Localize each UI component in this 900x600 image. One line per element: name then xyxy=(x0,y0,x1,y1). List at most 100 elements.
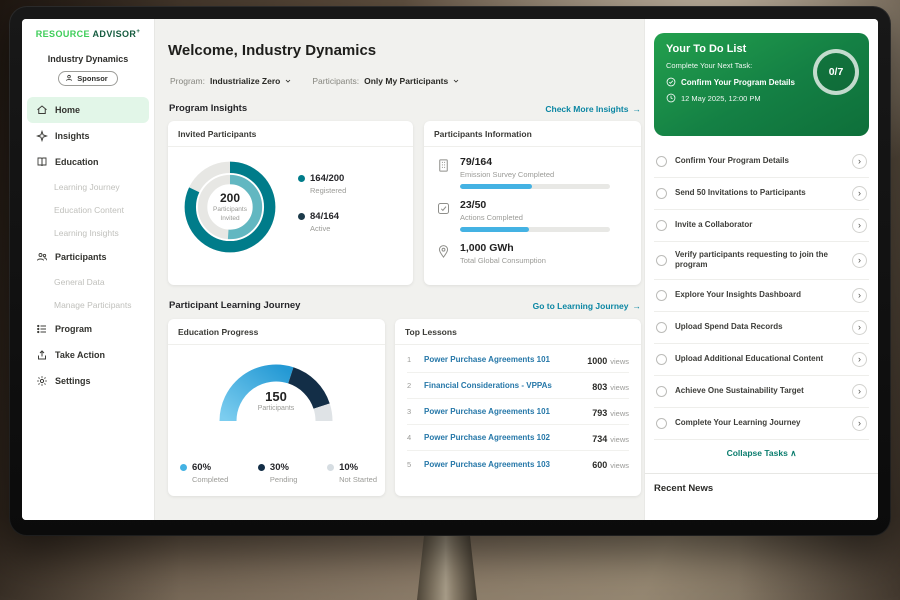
checkbox-icon[interactable] xyxy=(656,354,667,365)
checkbox-icon[interactable] xyxy=(656,418,667,429)
home-icon xyxy=(36,104,48,116)
sidebar-item-manage-participants[interactable]: Manage Participants xyxy=(27,293,149,316)
task-row-complete-learning-journey[interactable]: Complete Your Learning Journey › xyxy=(654,408,869,440)
sidebar-item-program[interactable]: Program xyxy=(27,316,149,342)
sidebar-item-learning-insights[interactable]: Learning Insights xyxy=(27,221,149,244)
checkbox-icon[interactable] xyxy=(656,220,667,231)
program-insights-header: Program Insights Check More Insights → xyxy=(169,103,641,114)
sidebar-item-label: General Data xyxy=(54,277,105,287)
sidebar-item-label: Learning Journey xyxy=(54,182,120,192)
sidebar-item-home[interactable]: Home xyxy=(27,97,149,123)
task-row-upload-spend-data[interactable]: Upload Spend Data Records › xyxy=(654,312,869,344)
collapse-label: Collapse Tasks xyxy=(727,448,788,458)
participants-filter: Participants: Only My Participants xyxy=(312,76,460,86)
stat-global-consumption: 1,000 GWh Total Global Consumption xyxy=(436,242,629,265)
recent-news-title: Recent News xyxy=(654,483,869,494)
sidebar-item-insights[interactable]: Insights xyxy=(27,123,149,149)
link-label: Check More Insights xyxy=(545,104,628,114)
app-logo: RESOURCE ADVISOR+ xyxy=(22,29,154,39)
views-unit: views xyxy=(610,461,629,470)
task-label: Upload Additional Educational Content xyxy=(675,354,844,364)
stat-label: Emission Survey Completed xyxy=(460,170,610,179)
sidebar-item-participants[interactable]: Participants xyxy=(27,244,149,270)
task-row-invite-collaborator[interactable]: Invite a Collaborator › xyxy=(654,210,869,242)
sidebar-item-take-action[interactable]: Take Action xyxy=(27,342,149,368)
lesson-link[interactable]: Financial Considerations - VPPAs xyxy=(424,381,584,390)
chevron-right-icon[interactable]: › xyxy=(852,288,867,303)
sidebar-item-label: Home xyxy=(55,105,80,115)
legend-value: 60% xyxy=(192,462,211,473)
invited-label-2: Invited xyxy=(220,215,239,223)
chevron-glyph: › xyxy=(858,189,861,198)
task-row-achieve-target[interactable]: Achieve One Sustainability Target › xyxy=(654,376,869,408)
sidebar-item-settings[interactable]: Settings xyxy=(27,368,149,394)
arrow-right-icon: → xyxy=(633,301,642,311)
chevron-right-icon[interactable]: › xyxy=(852,154,867,169)
chevron-glyph: › xyxy=(858,256,861,265)
chevron-right-icon[interactable]: › xyxy=(852,352,867,367)
sidebar-item-label: Insights xyxy=(55,131,90,141)
checkbox-icon[interactable] xyxy=(656,290,667,301)
legend-value: 10% xyxy=(339,462,358,473)
views-unit: views xyxy=(610,409,629,418)
sidebar-item-education-content[interactable]: Education Content xyxy=(27,198,149,221)
learning-journey-header: Participant Learning Journey Go to Learn… xyxy=(169,300,641,311)
sidebar-item-learning-journey[interactable]: Learning Journey xyxy=(27,175,149,198)
lesson-link[interactable]: Power Purchase Agreements 101 xyxy=(424,355,579,364)
checkbox-icon[interactable] xyxy=(656,255,667,266)
legend-label: Pending xyxy=(270,475,298,484)
sidebar-item-education[interactable]: Education xyxy=(27,149,149,175)
legend-value: 30% xyxy=(270,462,289,473)
program-filter-select[interactable]: Industrialize Zero xyxy=(210,76,292,86)
task-label: Achieve One Sustainability Target xyxy=(675,386,844,396)
invited-legend: 164/200 Registered 84/164 Active xyxy=(298,173,346,233)
checklist-icon xyxy=(436,201,451,216)
stat-value: 79/164 xyxy=(460,156,610,168)
checkbox-icon[interactable] xyxy=(656,322,667,333)
chevron-right-icon[interactable]: › xyxy=(852,186,867,201)
chevron-right-icon[interactable]: › xyxy=(852,320,867,335)
lesson-link[interactable]: Power Purchase Agreements 101 xyxy=(424,407,584,416)
lesson-link[interactable]: Power Purchase Agreements 103 xyxy=(424,460,584,469)
sidebar-item-general-data[interactable]: General Data xyxy=(27,270,149,293)
sidebar-item-label: Learning Insights xyxy=(54,228,119,238)
todo-summary-card: Your To Do List Complete Your Next Task:… xyxy=(654,33,869,136)
checkbox-icon[interactable] xyxy=(656,156,667,167)
task-row-verify-participants[interactable]: Verify participants requesting to join t… xyxy=(654,242,869,280)
todo-next-task[interactable]: Confirm Your Program Details xyxy=(666,77,816,87)
views-unit: views xyxy=(610,357,629,366)
chevron-right-icon[interactable]: › xyxy=(852,218,867,233)
chevron-right-icon[interactable]: › xyxy=(852,253,867,268)
task-row-send-invitations[interactable]: Send 50 Invitations to Participants › xyxy=(654,178,869,210)
sidebar-item-label: Settings xyxy=(55,376,91,386)
sponsor-badge[interactable]: Sponsor xyxy=(58,71,117,86)
lesson-link[interactable]: Power Purchase Agreements 102 xyxy=(424,433,584,442)
person-icon xyxy=(65,74,73,82)
views-count: 803 xyxy=(592,382,607,392)
go-to-learning-journey-link[interactable]: Go to Learning Journey → xyxy=(533,301,641,311)
registered-label: Registered xyxy=(310,186,346,195)
card-title: Education Progress xyxy=(168,319,385,345)
chevron-down-icon xyxy=(452,77,460,85)
lesson-row: 1 Power Purchase Agreements 101 1000view… xyxy=(407,347,629,373)
chevron-right-icon[interactable]: › xyxy=(852,416,867,431)
check-circle-icon xyxy=(666,77,676,87)
participants-filter-select[interactable]: Only My Participants xyxy=(364,76,460,86)
logo-plus: + xyxy=(136,29,140,35)
building-icon xyxy=(436,158,451,173)
task-row-confirm-program[interactable]: Confirm Your Program Details › xyxy=(654,146,869,178)
task-row-explore-insights[interactable]: Explore Your Insights Dashboard › xyxy=(654,280,869,312)
checkbox-icon[interactable] xyxy=(656,386,667,397)
collapse-tasks-link[interactable]: Collapse Tasks ∧ xyxy=(645,440,878,465)
task-label: Invite a Collaborator xyxy=(675,220,844,230)
task-row-upload-educational-content[interactable]: Upload Additional Educational Content › xyxy=(654,344,869,376)
program-filter-label: Program: xyxy=(170,76,205,86)
check-more-insights-link[interactable]: Check More Insights → xyxy=(545,104,641,114)
stat-label: Total Global Consumption xyxy=(460,256,546,265)
logo-resource: RESOURCE xyxy=(36,29,90,39)
clock-icon xyxy=(666,93,676,103)
chevron-right-icon[interactable]: › xyxy=(852,384,867,399)
stat-value: 23/50 xyxy=(460,199,610,211)
people-icon xyxy=(36,251,48,263)
checkbox-icon[interactable] xyxy=(656,188,667,199)
